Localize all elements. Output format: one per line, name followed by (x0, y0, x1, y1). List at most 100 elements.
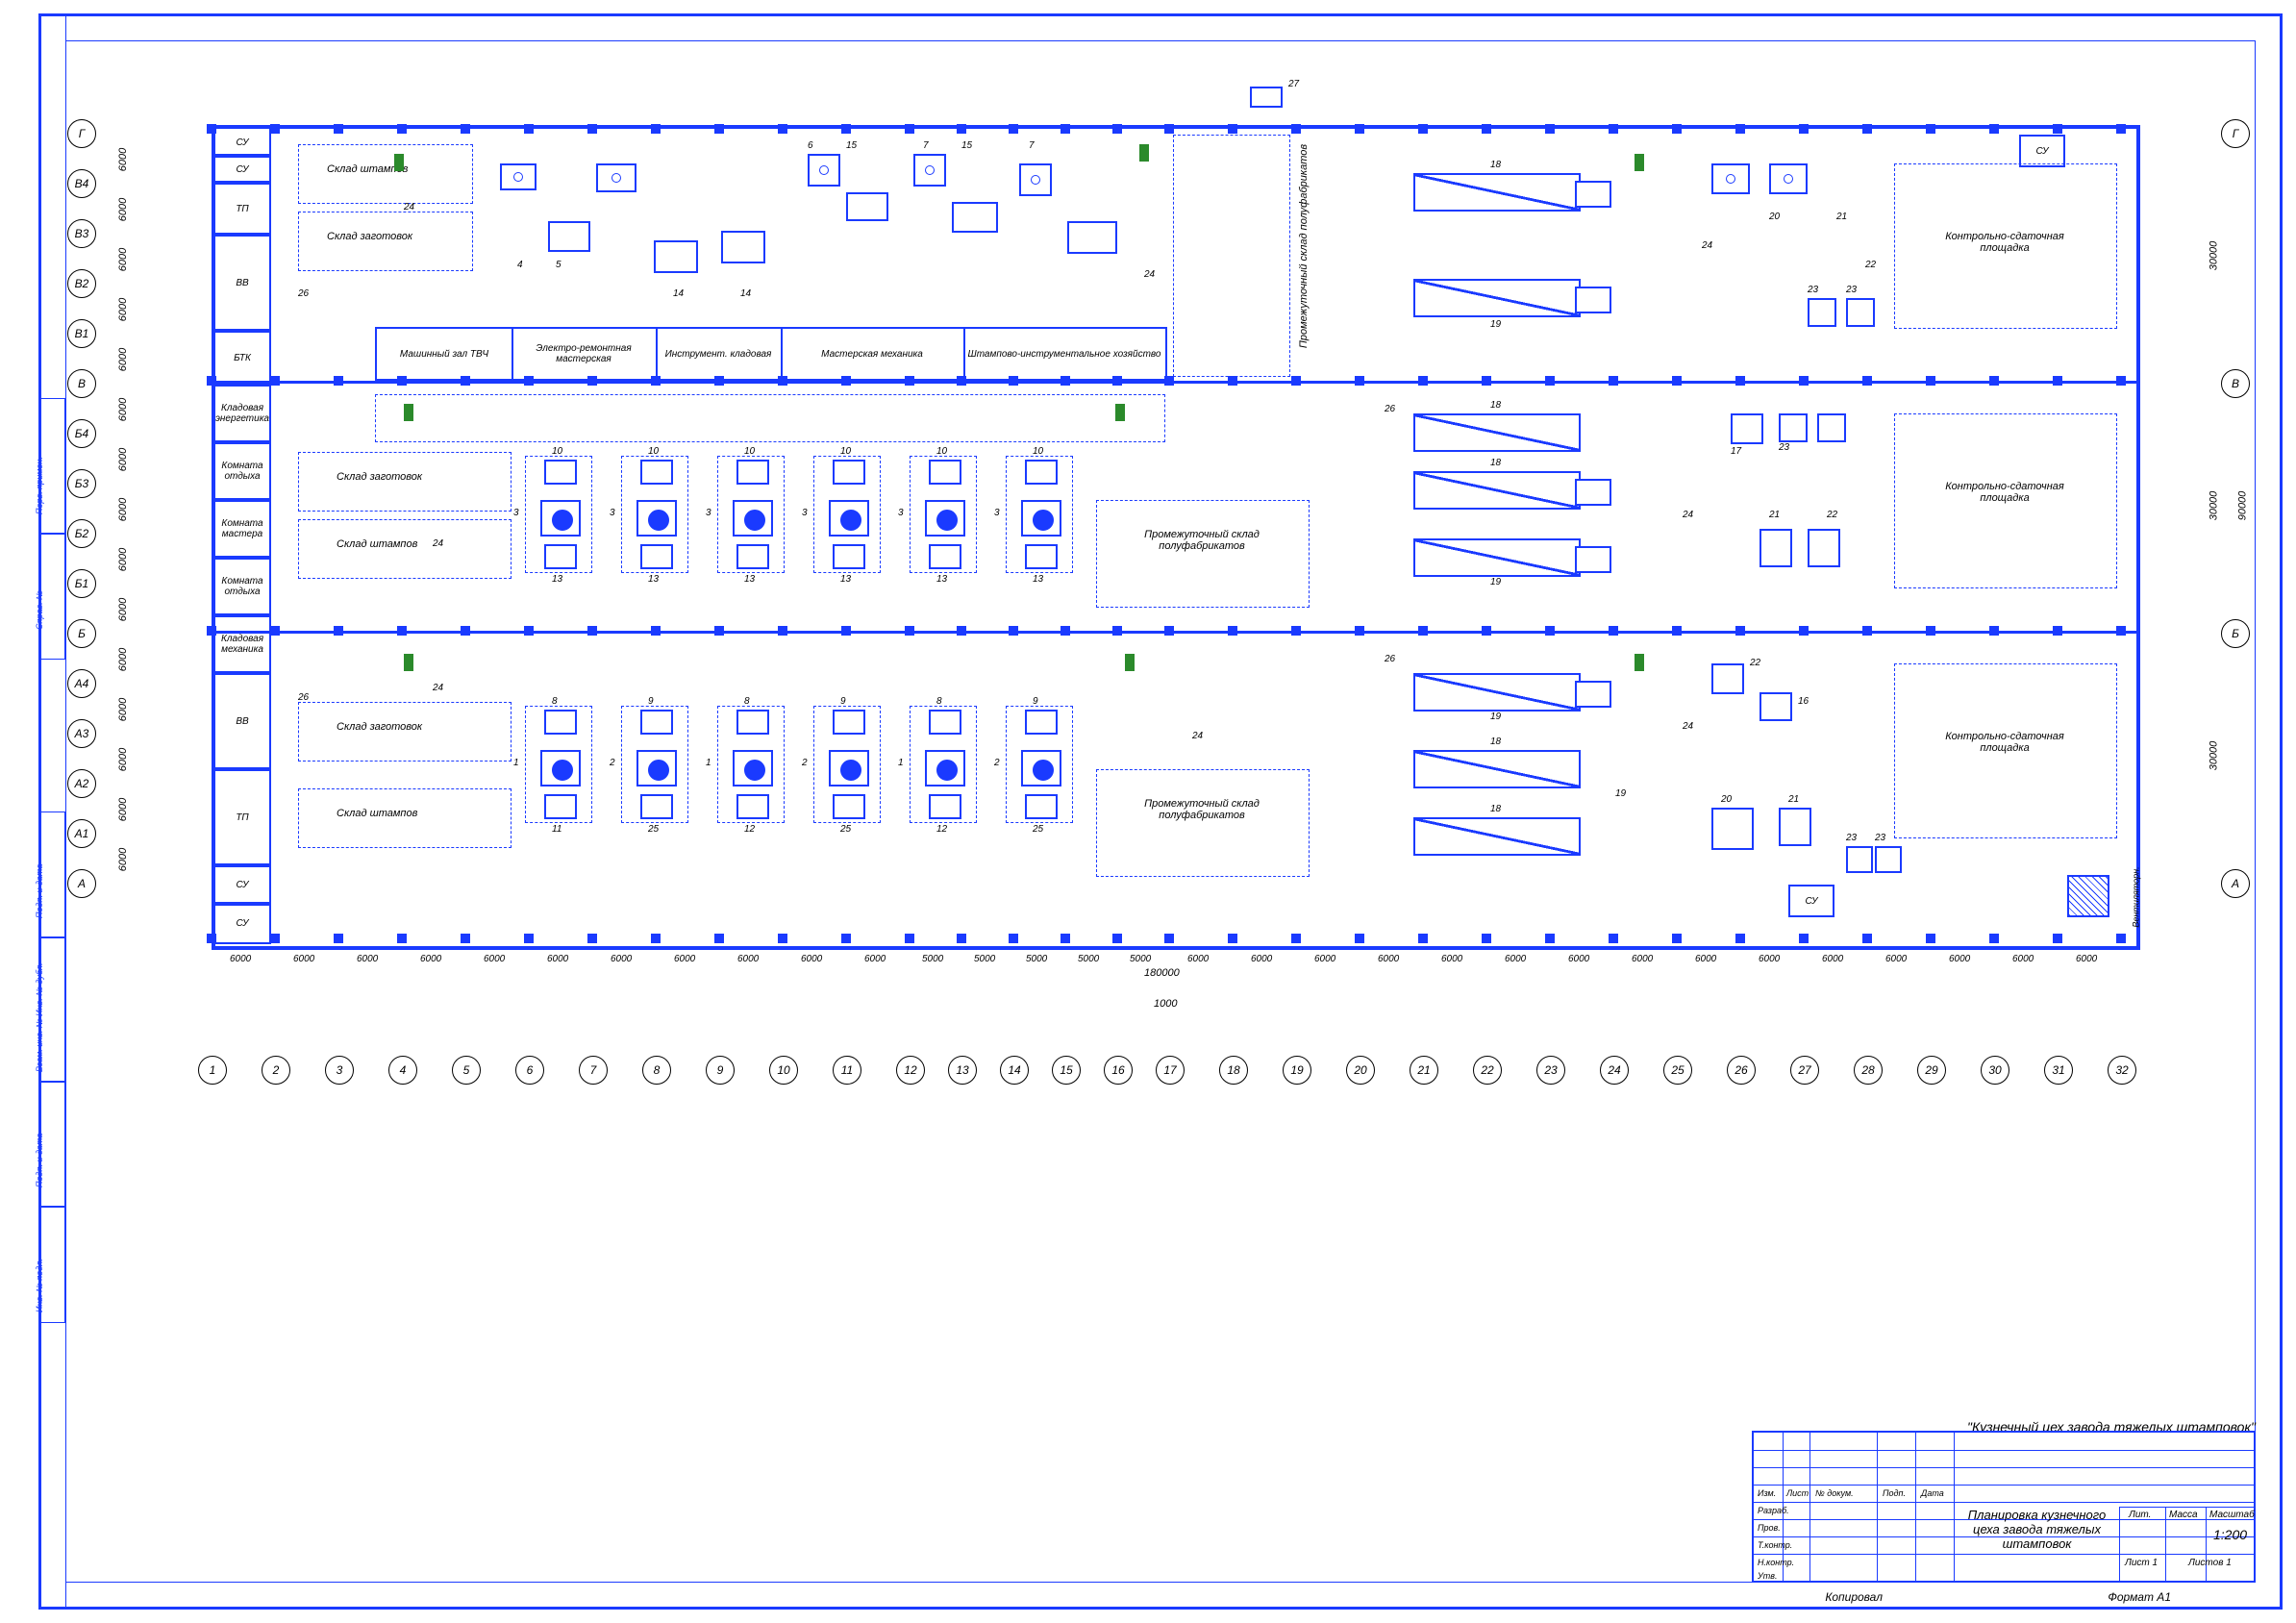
column (1112, 626, 1122, 636)
ref-5: 5 (556, 260, 562, 270)
ref-14a: 14 (673, 288, 684, 299)
grid-col-20: 20 (1346, 1056, 1375, 1085)
column (714, 626, 724, 636)
grid-col-7: 7 (579, 1056, 608, 1085)
ref-26-b2: 26 (1385, 404, 1395, 414)
eq-top-4 (654, 240, 698, 273)
eq-22-b2 (1808, 529, 1840, 567)
dim-col-19: 6000 (1314, 954, 1335, 964)
column (207, 934, 216, 943)
room-tp-1: ТП (213, 181, 271, 237)
dim-col-7: 6000 (611, 954, 632, 964)
column (270, 124, 280, 134)
grid-row-v1: В1 (67, 319, 96, 348)
column (1009, 626, 1018, 636)
lbl-inter-1: Промежуточный склад полуфабрикатов (1298, 144, 1310, 348)
eq-top-1 (500, 163, 537, 190)
eq-top-2 (548, 221, 590, 252)
column (1482, 124, 1491, 134)
grid-col-28: 28 (1854, 1056, 1883, 1085)
tb-main-title: Планировка кузнечного цеха завода тяжелы… (1958, 1508, 2116, 1551)
tb-lit: Лит. (2129, 1510, 2151, 1520)
strip-podp-data-1: Подп. и дата (35, 1134, 44, 1187)
lbl-stamp-2: Склад штампов (337, 538, 417, 550)
ref-27: 27 (1288, 79, 1299, 89)
eq-top-7 (846, 192, 888, 221)
column (957, 376, 966, 386)
column (1862, 934, 1872, 943)
ref-23-b1-2: 23 (1846, 285, 1857, 295)
grid-row-b4: Б4 (67, 419, 96, 448)
grid-col-29: 29 (1917, 1056, 1946, 1085)
eq-top-5 (721, 231, 765, 263)
press-cell: 9225 (1000, 702, 1079, 827)
ref-4: 4 (517, 260, 523, 270)
column (1291, 626, 1301, 636)
strip-podp-data-2: Подп. и дата (35, 864, 44, 918)
ref-22-b2: 22 (1827, 510, 1837, 520)
grid-row-g-r: Г (2221, 119, 2250, 148)
dim-col-24: 6000 (1632, 954, 1653, 964)
dim-row-11: 6000 (117, 648, 129, 671)
green-1 (394, 154, 404, 171)
area-intermediate-3 (1096, 769, 1310, 877)
column (905, 376, 914, 386)
ref-24-bot: 24 (433, 683, 443, 693)
green-4 (1115, 404, 1125, 421)
column (334, 124, 343, 134)
dim-col-12: 5000 (922, 954, 943, 964)
binding-strip: Инв. № подл. Подп. и дата Взам. инв. № И… (38, 13, 66, 1610)
column (587, 376, 597, 386)
column (1545, 376, 1555, 386)
eq-27 (1250, 87, 1283, 108)
column (1164, 934, 1174, 943)
area-intermediate-1 (1173, 135, 1290, 377)
eq-b1-r1 (1711, 163, 1750, 194)
machine-18-b3-1 (1413, 750, 1581, 788)
dim-row-3: 6000 (117, 248, 129, 271)
column (270, 934, 280, 943)
dim-row-13: 6000 (117, 748, 129, 771)
eq-top-11 (1067, 221, 1117, 254)
column (1672, 376, 1682, 386)
grid-col-30: 30 (1981, 1056, 2009, 1085)
dim-col-28: 6000 (1885, 954, 1907, 964)
column (1482, 934, 1491, 943)
eq-b1-r2 (1769, 163, 1808, 194)
grid-col-1: 1 (198, 1056, 227, 1085)
machine-18-b3-2 (1413, 817, 1581, 856)
room-rest-1: Комната отдыха (213, 440, 271, 502)
dim-row-2: 6000 (117, 198, 129, 221)
column (1609, 376, 1618, 386)
column (397, 626, 407, 636)
eq-16-b3 (1759, 692, 1792, 721)
column (1545, 626, 1555, 636)
column (2116, 376, 2126, 386)
grid-row-v2: В2 (67, 269, 96, 298)
dim-col-21: 6000 (1441, 954, 1462, 964)
green-7 (1635, 154, 1644, 171)
column (524, 626, 534, 636)
inner-rooms-annex (375, 394, 1165, 442)
column (334, 376, 343, 386)
grid-row-b3: Б3 (67, 469, 96, 498)
eq-23-b2-1 (1779, 413, 1808, 442)
ref-21-b2: 21 (1769, 510, 1780, 520)
dim-bay-3: 30000 (2209, 741, 2220, 771)
column (1418, 934, 1428, 943)
grid-col-19: 19 (1283, 1056, 1311, 1085)
column (714, 124, 724, 134)
column (778, 124, 787, 134)
tb-nkontr: Н.контр. (1758, 1558, 1794, 1567)
drawing-sheet: Инв. № подл. Подп. и дата Взам. инв. № И… (0, 0, 2296, 1623)
column (778, 626, 787, 636)
ref-7b: 7 (1029, 140, 1035, 151)
dim-col-6: 6000 (547, 954, 568, 964)
room-su-4: СУ (213, 902, 271, 944)
machine-18-b2-1 (1413, 413, 1581, 452)
ref-20-b1: 20 (1769, 212, 1780, 222)
ref-24-top: 24 (404, 202, 414, 212)
column (2053, 934, 2062, 943)
ref-24-mid: 24 (433, 538, 443, 549)
column (1164, 376, 1174, 386)
